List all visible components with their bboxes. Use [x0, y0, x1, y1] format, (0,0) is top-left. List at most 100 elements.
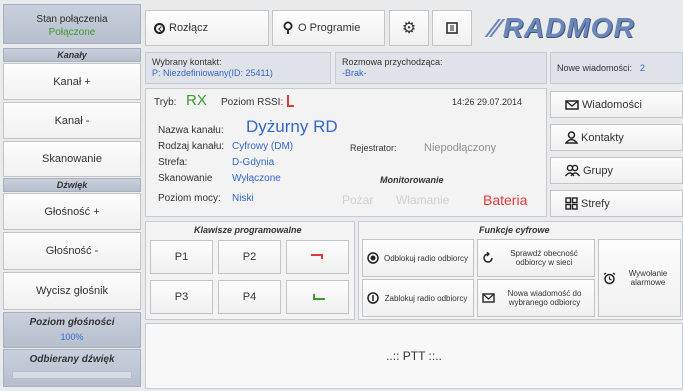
- recorder-value: Niepodłączony: [424, 142, 497, 154]
- settings-button[interactable]: ⚙: [389, 10, 429, 46]
- channel-type-value: Cyfrowy (DM): [232, 141, 294, 152]
- zones-button[interactable]: Strefy: [550, 190, 683, 217]
- volume-level-panel: Poziom głośności 100%: [3, 312, 141, 348]
- ptt-start-key-button[interactable]: [286, 240, 349, 274]
- connection-status-value: Połączone: [48, 27, 96, 38]
- sound-header: Dźwięk: [3, 178, 141, 192]
- scanning-button[interactable]: Skanowanie: [3, 141, 141, 177]
- alarm-call-button[interactable]: Wywołanie alarmowe: [598, 239, 681, 317]
- block-icon: [367, 292, 379, 304]
- received-sound-label: Odbierany dźwięk: [29, 354, 115, 365]
- contacts-button[interactable]: Kontakty: [550, 124, 683, 151]
- radio-dot-icon: [367, 252, 379, 264]
- incoming-call-panel: Rozmowa przychodząca: -Brak-: [335, 52, 547, 84]
- power-value: Niski: [232, 193, 254, 204]
- window-icon: [446, 22, 458, 34]
- alarm-clock-icon: [603, 271, 616, 284]
- programmable-keys-panel: Klawisze programowalne P1 P2 P3 P4: [145, 221, 355, 320]
- selected-contact-value: P: Niezdefiniowany(ID: 25411): [152, 68, 273, 78]
- zone-label: Strefa:: [158, 157, 188, 168]
- zone-value: D-Gdynia: [232, 157, 275, 168]
- unblock-radio-label: Odblokuj radio odbiorcy: [383, 253, 469, 263]
- volume-down-button[interactable]: Głośność -: [3, 232, 141, 270]
- groups-label: Grupy: [583, 164, 613, 177]
- power-label: Poziom mocy:: [158, 193, 221, 204]
- channel-type-label: Rodzaj kanału:: [158, 141, 225, 152]
- red-key-icon: [310, 254, 323, 259]
- incoming-call-value: -Brak-: [342, 68, 367, 78]
- disconnect-label: Rozłącz: [169, 22, 209, 34]
- channel-status-panel: Tryb: RX Poziom RSSI: 14:26 29.07.2014 N…: [145, 88, 547, 217]
- window-toggle-button[interactable]: [432, 10, 472, 46]
- mode-label: Tryb:: [154, 97, 177, 108]
- radmor-logo-mark: ⁄⁄: [490, 12, 499, 43]
- datetime: 14:26 29.07.2014: [452, 97, 523, 107]
- radmor-logo: ⁄⁄ RADMOR: [490, 6, 683, 50]
- unblock-radio-button[interactable]: Odblokuj radio odbiorcy: [362, 239, 474, 277]
- connection-status-label: Stan połączenia: [36, 14, 108, 25]
- check-presence-label: Sprawdź obecność odbiorcy w sieci: [510, 249, 578, 267]
- messages-label: Wiadomości: [582, 98, 642, 111]
- channel-down-button[interactable]: Kanał -: [3, 102, 141, 139]
- new-messages-label: Nowe wiadomości:: [557, 62, 633, 73]
- group-icon: [565, 164, 580, 177]
- digital-functions-header: Funkcje cyfrowe: [479, 225, 550, 235]
- gear-icon: ⚙: [401, 20, 417, 37]
- incoming-call-label: Rozmowa przychodząca:: [342, 57, 443, 67]
- volume-up-button[interactable]: Głośność +: [3, 193, 141, 230]
- mute-speaker-button[interactable]: Wycisz głośnik: [3, 272, 141, 310]
- zones-label: Strefy: [581, 197, 610, 210]
- received-sound-meter: [12, 371, 132, 379]
- p4-button[interactable]: P4: [218, 280, 281, 314]
- alarm-battery: Bateria: [483, 192, 528, 208]
- new-message-button[interactable]: Nowa wiadomość do wybranego odbiorcy: [477, 279, 595, 317]
- block-radio-label: Zablokuj radio odbiorcy: [384, 293, 468, 303]
- received-sound-panel: Odbierany dźwięk: [3, 349, 141, 387]
- new-message-label: Nowa wiadomość do wybranego odbiorcy: [507, 289, 582, 307]
- ptt-end-key-button[interactable]: [286, 280, 349, 314]
- scanning-label: Skanowanie: [158, 173, 213, 184]
- groups-button[interactable]: Grupy: [550, 157, 683, 184]
- envelope-icon: [482, 293, 495, 303]
- recorder-label: Rejestrator:: [350, 143, 397, 153]
- green-key-icon: [312, 294, 325, 300]
- alarm-call-label: Wywołanie alarmowe: [628, 269, 668, 287]
- volume-level-label: Poziom głośności: [29, 317, 115, 328]
- new-messages-count: 2: [640, 62, 646, 73]
- contacts-label: Kontakty: [581, 131, 624, 144]
- scanning-value: Wyłączone: [232, 173, 281, 184]
- volume-level-value: 100%: [60, 332, 84, 342]
- disconnect-icon: [154, 22, 165, 34]
- block-radio-button[interactable]: Zablokuj radio odbiorcy: [362, 279, 474, 317]
- p1-button[interactable]: P1: [150, 240, 213, 274]
- mode-value: RX: [186, 92, 207, 109]
- location-pin-icon: [283, 21, 293, 34]
- channel-up-button[interactable]: Kanał +: [3, 63, 141, 100]
- messages-button[interactable]: Wiadomości: [550, 91, 683, 118]
- radmor-logo-text: RADMOR: [502, 12, 635, 43]
- channel-name-value: Dyżurny RD: [246, 117, 338, 136]
- digital-functions-panel: Funkcje cyfrowe Odblokuj radio odbiorcy …: [358, 221, 683, 320]
- channel-name-label: Nazwa kanału:: [158, 125, 224, 136]
- p2-button[interactable]: P2: [218, 240, 281, 274]
- refresh-icon: [483, 252, 493, 263]
- rssi-label: Poziom RSSI:: [221, 97, 284, 108]
- connection-status: Stan połączenia Połączone: [3, 4, 141, 44]
- alarm-fire: Pożar: [342, 193, 374, 207]
- monitoring-label: Monitorowanie: [380, 175, 444, 185]
- grid-icon: [565, 197, 578, 210]
- ptt-button[interactable]: ..:: PTT ::..: [145, 323, 683, 389]
- ptt-label: ..:: PTT ::..: [386, 349, 442, 363]
- about-label: O Programie: [298, 22, 361, 34]
- about-button[interactable]: O Programie: [272, 10, 385, 46]
- disconnect-button[interactable]: Rozłącz: [145, 10, 269, 46]
- rssi-signal-icon: [287, 95, 294, 107]
- alarm-burglary: Włamanie: [396, 193, 450, 207]
- channels-header: Kanały: [3, 48, 141, 62]
- new-messages-panel: Nowe wiadomości: 2: [550, 52, 683, 84]
- programmable-keys-header: Klawisze programowalne: [194, 225, 302, 235]
- p3-button[interactable]: P3: [150, 280, 213, 314]
- check-presence-button[interactable]: Sprawdź obecność odbiorcy w sieci: [477, 239, 595, 277]
- selected-contact-label: Wybrany kontakt:: [152, 57, 222, 67]
- selected-contact-panel: Wybrany kontakt: P: Niezdefiniowany(ID: …: [145, 52, 331, 84]
